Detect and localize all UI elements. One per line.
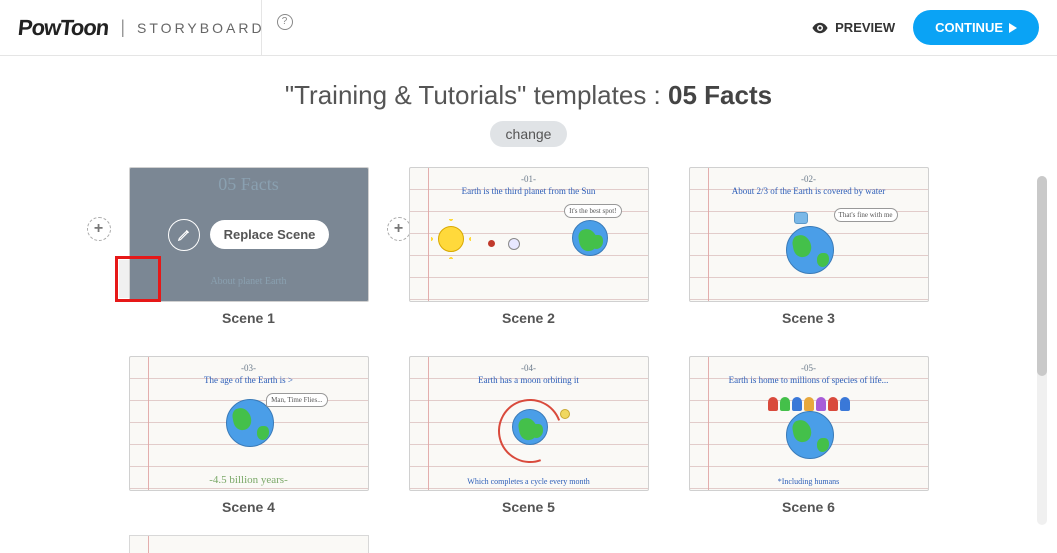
scene-headline: The age of the Earth is > [130,375,368,385]
header-divider [261,0,262,56]
add-scene-after-button[interactable]: + [387,217,411,241]
earth-doodle [786,411,834,459]
scene-tag: -03- [130,363,368,373]
moon-doodle [560,409,570,419]
scene-tag: -01- [410,174,648,184]
earth-doodle [512,409,548,445]
scene-bottom-text: *Including humans [690,477,928,486]
thought-bubble: Man, Time Flies... [266,393,327,407]
scene-cell: -03- The age of the Earth is > Man, Time… [129,356,369,515]
eye-icon [811,19,829,37]
pencil-icon [177,228,191,242]
add-scene-before-button[interactable]: + [87,217,111,241]
scene-label: Scene 1 [222,310,275,326]
scene-headline: 05 Facts [218,174,279,195]
scene-scroll-area: + + 05 Facts Replace Scene About planet … [0,157,1057,553]
speech-bubble: It's the best spot! [564,204,621,218]
scene-thumb[interactable]: -05- Earth is home to millions of specie… [689,356,929,491]
change-button[interactable]: change [490,121,568,147]
scene-tag: -05- [690,363,928,373]
scene-tag: -04- [410,363,648,373]
scrollbar-thumb[interactable] [1037,176,1047,376]
page-title: "Training & Tutorials" templates : 05 Fa… [0,80,1057,111]
logo-divider: | [120,17,125,38]
scene-thumb[interactable]: -01- Earth is the third planet from the … [409,167,649,302]
scene-cell: -04- Earth has a moon orbiting it Which … [409,356,649,515]
continue-label: CONTINUE [935,20,1003,35]
planet-doodle [508,238,520,250]
scene-headline: Earth is the third planet from the Sun [410,186,648,196]
scene-label: Scene 3 [782,310,835,326]
scene-label: Scene 4 [222,499,275,515]
scene-grid: + + 05 Facts Replace Scene About planet … [0,163,1057,535]
earth-doodle [786,226,834,274]
title-name: 05 Facts [668,80,772,110]
app-header: PowToon | STORYBOARD ? PREVIEW CONTINUE [0,0,1057,56]
scene-cell: + + 05 Facts Replace Scene About planet … [129,167,369,326]
scrollbar[interactable] [1037,176,1047,525]
planet-doodle [488,240,495,247]
sun-doodle [438,226,464,252]
scene-selected-overlay: 05 Facts Replace Scene About planet Eart… [129,167,369,302]
scene-tag: -02- [690,174,928,184]
edit-scene-button[interactable] [168,219,200,251]
scene-thumb[interactable]: -02- About 2/3 of the Earth is covered b… [689,167,929,302]
scene-thumb[interactable]: 05 Facts Replace Scene About planet Eart… [129,167,369,302]
scene-headline: About 2/3 of the Earth is covered by wat… [690,186,928,196]
scene-thumb[interactable]: -04- Earth has a moon orbiting it Which … [409,356,649,491]
scene-label: Scene 6 [782,499,835,515]
scene-headline: Earth is home to millions of species of … [690,375,928,385]
scene-thumb-partial[interactable] [129,535,369,553]
bucket-doodle [794,212,808,224]
logo: PowToon [17,15,110,41]
scene-bottom-text: Which completes a cycle every month [410,477,648,486]
scene-label: Scene 5 [502,499,555,515]
scene-bottom-text: -4.5 billion years- [130,474,368,486]
section-label: STORYBOARD [137,20,265,36]
earth-doodle [572,220,608,256]
scene-thumb[interactable]: -03- The age of the Earth is > Man, Time… [129,356,369,491]
scene-cell: -05- Earth is home to millions of specie… [689,356,929,515]
help-icon[interactable]: ? [277,14,293,30]
title-area: "Training & Tutorials" templates : 05 Fa… [0,56,1057,157]
speech-bubble: That's fine with me [834,208,898,222]
scene-headline: Earth has a moon orbiting it [410,375,648,385]
people-doodle [768,397,850,411]
replace-scene-button[interactable]: Replace Scene [210,220,330,249]
scene-cell: -02- About 2/3 of the Earth is covered b… [689,167,929,326]
scene-label: Scene 2 [502,310,555,326]
continue-button[interactable]: CONTINUE [913,10,1039,45]
preview-label: PREVIEW [835,20,895,35]
title-prefix: "Training & Tutorials" templates : [285,80,668,110]
scene-cell: -01- Earth is the third planet from the … [409,167,649,326]
chevron-right-icon [1009,23,1017,33]
preview-button[interactable]: PREVIEW [811,19,895,37]
scene-subtext: About planet Earth [210,276,286,287]
